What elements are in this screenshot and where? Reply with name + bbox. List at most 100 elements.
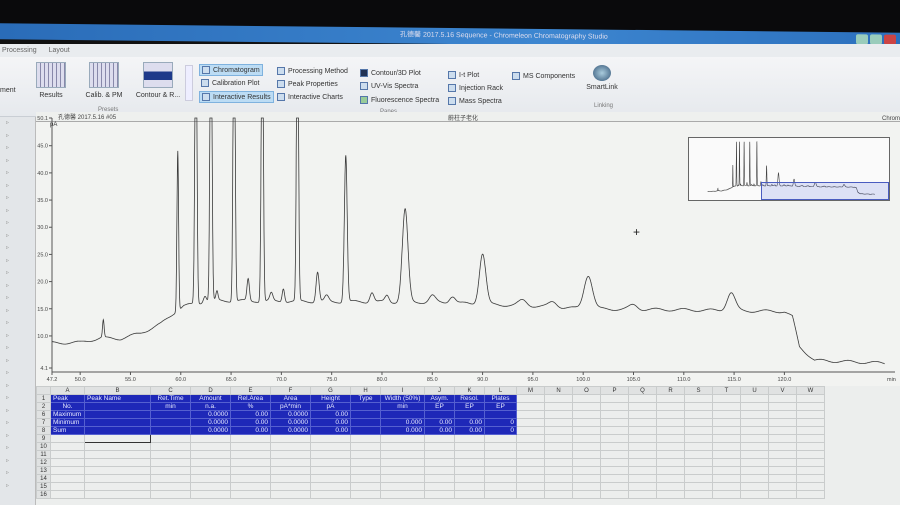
minimize-button[interactable] bbox=[856, 34, 868, 45]
table-cell[interactable] bbox=[190, 458, 231, 467]
table-cell[interactable] bbox=[656, 450, 685, 459]
table-cell[interactable] bbox=[84, 418, 151, 427]
table-cell[interactable] bbox=[656, 474, 685, 483]
table-cell[interactable]: Area bbox=[270, 394, 311, 403]
table-cell[interactable] bbox=[684, 434, 713, 443]
table-cell[interactable] bbox=[600, 418, 629, 427]
pane-i-t-plot[interactable]: I-t Plot bbox=[448, 71, 479, 79]
table-cell[interactable] bbox=[768, 402, 797, 411]
table-cell[interactable] bbox=[150, 450, 191, 459]
table-cell[interactable] bbox=[656, 458, 685, 467]
table-cell[interactable] bbox=[628, 410, 657, 419]
table-cell[interactable] bbox=[628, 442, 657, 451]
nav-tree-item[interactable]: ▹ bbox=[0, 442, 35, 455]
table-cell[interactable] bbox=[84, 434, 151, 443]
table-cell[interactable] bbox=[380, 434, 425, 443]
table-cell[interactable]: 0.00 bbox=[310, 426, 351, 435]
table-cell[interactable] bbox=[572, 402, 601, 411]
table-cell[interactable] bbox=[740, 482, 769, 491]
table-cell[interactable] bbox=[310, 450, 351, 459]
table-cell[interactable] bbox=[600, 450, 629, 459]
table-cell[interactable] bbox=[712, 434, 741, 443]
table-cell[interactable] bbox=[150, 474, 191, 483]
table-cell[interactable] bbox=[768, 474, 797, 483]
table-cell[interactable] bbox=[454, 482, 485, 491]
table-cell[interactable] bbox=[544, 490, 573, 499]
table-cell[interactable] bbox=[740, 458, 769, 467]
pane-calibration-plot[interactable]: Calibration Plot bbox=[199, 78, 261, 88]
nav-tree-item[interactable]: ▹ bbox=[0, 130, 35, 143]
table-cell[interactable]: pA bbox=[310, 402, 351, 411]
table-cell[interactable] bbox=[270, 466, 311, 475]
table-cell[interactable] bbox=[484, 482, 517, 491]
table-cell[interactable] bbox=[768, 442, 797, 451]
table-cell[interactable] bbox=[150, 490, 191, 499]
table-cell[interactable]: n.a. bbox=[190, 402, 231, 411]
table-cell[interactable] bbox=[796, 442, 825, 451]
pane-injection-rack[interactable]: Injection Rack bbox=[448, 84, 503, 92]
row-header[interactable]: 7 bbox=[36, 418, 51, 427]
table-cell[interactable] bbox=[572, 410, 601, 419]
table-cell[interactable] bbox=[740, 394, 769, 403]
table-cell[interactable] bbox=[424, 466, 455, 475]
column-header[interactable]: A bbox=[50, 386, 85, 395]
maximize-button[interactable] bbox=[870, 34, 882, 45]
pane-ms-components[interactable]: MS Components bbox=[512, 72, 575, 80]
table-cell[interactable]: min bbox=[150, 402, 191, 411]
table-cell[interactable]: EP bbox=[424, 402, 455, 411]
table-cell[interactable] bbox=[84, 466, 151, 475]
pane-interactive-charts[interactable]: Interactive Charts bbox=[277, 93, 343, 101]
table-cell[interactable]: Ret.Time bbox=[150, 394, 191, 403]
table-cell[interactable]: 0.000 bbox=[380, 418, 425, 427]
table-cell[interactable] bbox=[796, 434, 825, 443]
presets-scroll[interactable] bbox=[185, 65, 193, 101]
column-header[interactable]: H bbox=[350, 386, 381, 395]
table-cell[interactable] bbox=[656, 466, 685, 475]
pane-interactive-results[interactable]: Interactive Results bbox=[199, 91, 274, 103]
table-cell[interactable] bbox=[572, 426, 601, 435]
nav-tree-item[interactable]: ▹ bbox=[0, 467, 35, 480]
table-cell[interactable] bbox=[516, 410, 545, 419]
pane-contour-3d-plot[interactable]: Contour/3D Plot bbox=[360, 69, 421, 77]
table-cell[interactable] bbox=[656, 418, 685, 427]
table-cell[interactable] bbox=[740, 450, 769, 459]
table-cell[interactable] bbox=[740, 418, 769, 427]
table-cell[interactable] bbox=[230, 474, 271, 483]
table-cell[interactable] bbox=[656, 402, 685, 411]
table-cell[interactable] bbox=[424, 458, 455, 467]
table-cell[interactable] bbox=[84, 474, 151, 483]
nav-tree-item[interactable]: ▹ bbox=[0, 355, 35, 368]
table-cell[interactable] bbox=[516, 434, 545, 443]
row-header[interactable]: 15 bbox=[36, 482, 51, 491]
column-header[interactable]: E bbox=[230, 386, 271, 395]
table-cell[interactable]: 0.00 bbox=[424, 418, 455, 427]
menu-layout[interactable]: Layout bbox=[49, 47, 70, 54]
table-cell[interactable]: Amount bbox=[190, 394, 231, 403]
row-header[interactable]: 13 bbox=[36, 466, 51, 475]
table-cell[interactable] bbox=[310, 458, 351, 467]
table-cell[interactable] bbox=[600, 490, 629, 499]
row-header[interactable]: 8 bbox=[36, 426, 51, 435]
table-cell[interactable] bbox=[516, 426, 545, 435]
table-cell[interactable] bbox=[712, 466, 741, 475]
table-cell[interactable] bbox=[712, 474, 741, 483]
table-cell[interactable] bbox=[424, 434, 455, 443]
table-cell[interactable] bbox=[270, 458, 311, 467]
table-cell[interactable] bbox=[484, 434, 517, 443]
nav-tree-item[interactable]: ▹ bbox=[0, 292, 35, 305]
table-cell[interactable] bbox=[768, 458, 797, 467]
table-cell[interactable] bbox=[796, 458, 825, 467]
menu-processing[interactable]: Processing bbox=[2, 47, 37, 54]
nav-tree-item[interactable]: ▹ bbox=[0, 455, 35, 468]
table-cell[interactable] bbox=[50, 442, 85, 451]
table-cell[interactable] bbox=[656, 434, 685, 443]
column-header[interactable]: R bbox=[656, 386, 685, 395]
table-cell[interactable] bbox=[796, 474, 825, 483]
column-header[interactable]: N bbox=[544, 386, 573, 395]
nav-tree-item[interactable]: ▹ bbox=[0, 192, 35, 205]
table-cell[interactable] bbox=[628, 482, 657, 491]
table-cell[interactable] bbox=[230, 434, 271, 443]
table-cell[interactable] bbox=[628, 490, 657, 499]
table-cell[interactable] bbox=[600, 466, 629, 475]
table-cell[interactable] bbox=[350, 402, 381, 411]
